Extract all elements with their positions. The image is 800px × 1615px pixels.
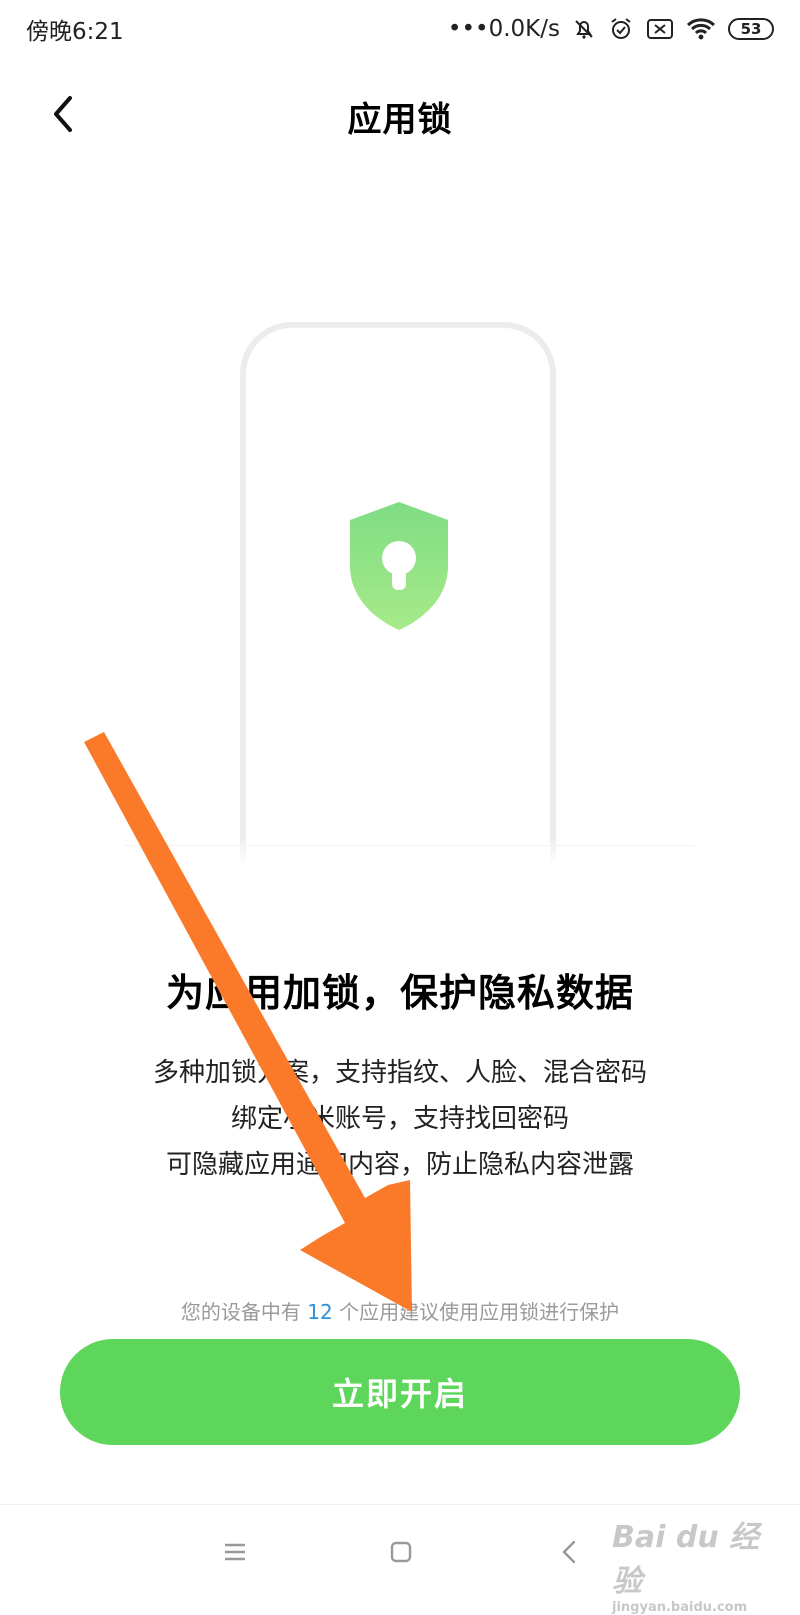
nav-menu-button[interactable] xyxy=(210,1527,260,1577)
app-header: 应用锁 xyxy=(0,70,800,160)
shield-lock-icon xyxy=(350,502,448,630)
network-speed: •••0.0K/s xyxy=(447,16,560,42)
app-count: 12 xyxy=(307,1300,333,1324)
description-line: 多种加锁方案，支持指纹、人脸、混合密码 xyxy=(152,1058,647,1088)
recommendation-hint: 您的设备中有 12 个应用建议使用应用锁进行保护 xyxy=(0,1296,800,1325)
enable-now-label: 立即开启 xyxy=(331,1375,468,1413)
description: 多种加锁方案，支持指纹、人脸、混合密码 绑定小米账号，支持找回密码 可隐藏应用通… xyxy=(0,1050,800,1188)
nav-back-button[interactable] xyxy=(545,1527,595,1577)
nav-home-button[interactable] xyxy=(376,1527,426,1577)
watermark-brand: Bai du 经验 xyxy=(612,1520,760,1599)
description-line: 绑定小米账号，支持找回密码 xyxy=(230,1104,569,1134)
page-title: 应用锁 xyxy=(347,100,453,140)
wifi-icon xyxy=(686,17,716,41)
enable-now-button[interactable]: 立即开启 xyxy=(60,1339,740,1445)
battery-icon: 53 xyxy=(728,18,774,40)
battery-level: 53 xyxy=(740,20,762,38)
alarm-icon xyxy=(608,16,634,42)
status-time: 傍晚6:21 xyxy=(26,19,124,45)
divider xyxy=(124,845,694,846)
description-line: 可隐藏应用通知内容，防止隐私内容泄露 xyxy=(165,1150,634,1180)
hint-prefix: 您的设备中有 xyxy=(180,1300,308,1324)
home-square-icon xyxy=(390,1541,412,1563)
status-icons: •••0.0K/s 53 xyxy=(448,16,774,42)
watermark-url: jingyan.baidu.com xyxy=(612,1600,748,1615)
sim-off-icon xyxy=(646,18,674,40)
watermark-logo: Bai du 经验 jingyan.baidu.com xyxy=(612,1512,762,1615)
status-bar: 傍晚6:21 •••0.0K/s 53 xyxy=(0,0,800,58)
headline: 为应用加锁，保护隐私数据 xyxy=(165,971,634,1015)
mute-bell-icon xyxy=(572,17,596,41)
back-triangle-icon xyxy=(562,1540,576,1564)
phone-fade xyxy=(210,836,590,876)
menu-icon xyxy=(225,1543,245,1561)
hint-suffix: 个应用建议使用应用锁进行保护 xyxy=(332,1300,620,1324)
